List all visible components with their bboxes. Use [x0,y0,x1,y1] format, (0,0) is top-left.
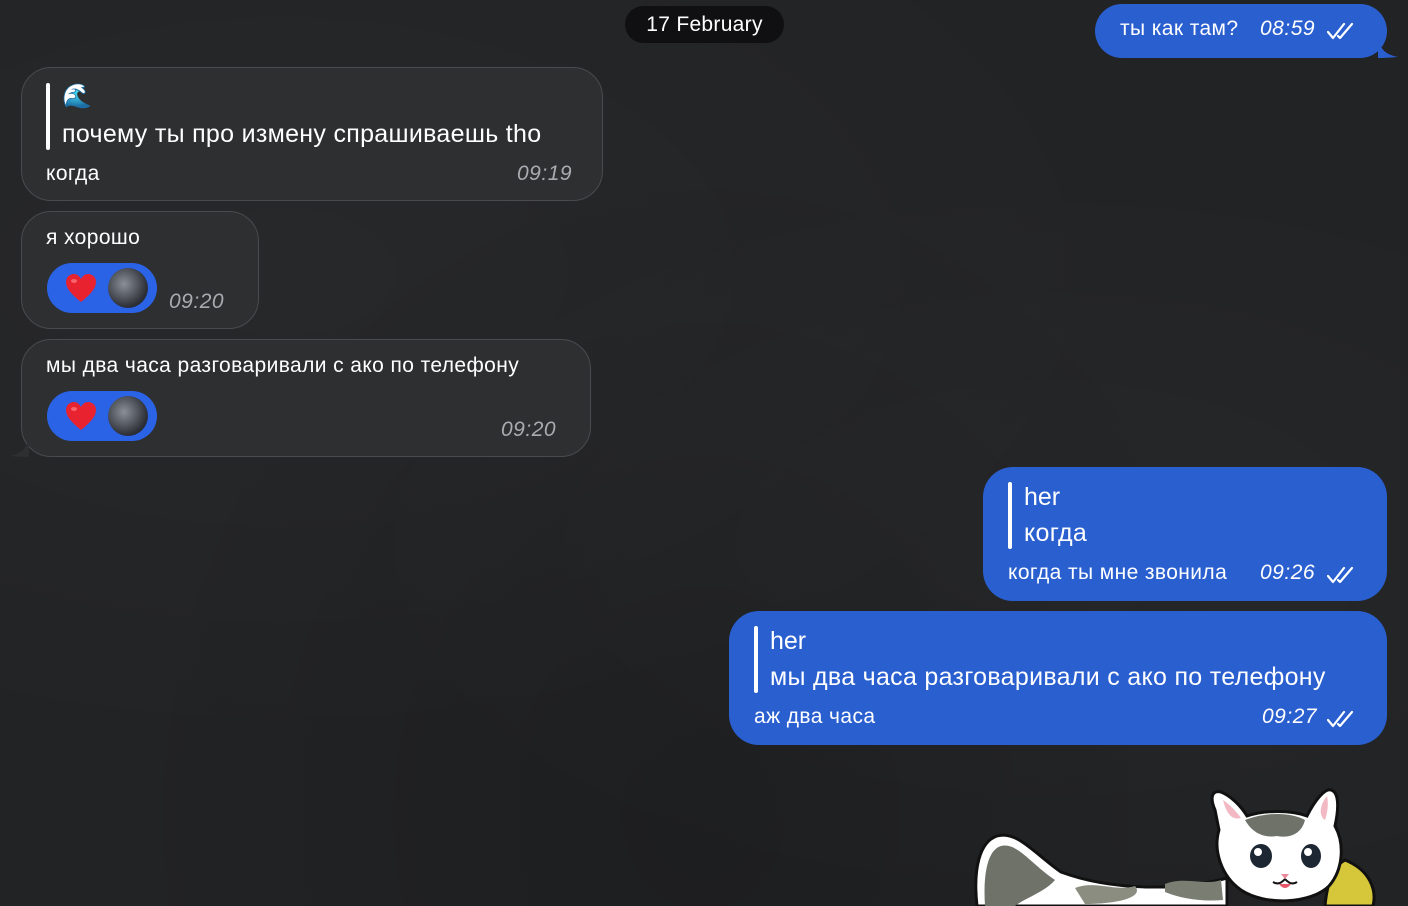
quote-bar [1008,482,1012,549]
message-incoming[interactable]: мы два часа разговаривали с ако по телеф… [21,339,591,457]
message-outgoing[interactable]: her мы два часа разговаривали с ако по т… [729,611,1387,745]
message-incoming[interactable]: 🌊 почему ты про измену спрашиваешь tho к… [21,67,603,201]
message-text: ты как там? [1120,17,1239,40]
message-time: 09:26 [1260,561,1316,584]
bubble-tail [9,437,29,457]
message-text: аж два часа [754,705,876,728]
quote-sender-name: her [1024,483,1061,511]
quote-text: почему ты про измену спрашиваешь tho [62,120,542,148]
quote-sender-name: her [770,627,807,655]
message-incoming[interactable]: я хорошо 09:20 [21,211,259,329]
cat-sticker[interactable] [965,780,1385,906]
reactor-avatar [108,396,148,436]
date-separator: 17 February [625,6,784,43]
message-outgoing[interactable]: ты как там? 08:59 [1095,4,1387,58]
read-checkmarks-icon [1327,566,1354,584]
heart-icon [66,274,96,302]
message-time: 09:20 [501,418,557,441]
message-time: 09:27 [1262,705,1318,728]
heart-icon [66,402,96,430]
quote-bar [754,626,758,693]
message-text: когда [46,162,100,185]
message-outgoing[interactable]: her когда когда ты мне звонила 09:26 [983,467,1387,601]
reaction-chip[interactable] [47,391,157,441]
quote-text: когда [1024,519,1088,547]
read-checkmarks-icon [1327,22,1354,40]
message-time: 09:20 [169,290,225,313]
message-text: когда ты мне звонила [1008,561,1228,584]
message-text: мы два часа разговаривали с ако по телеф… [46,354,520,377]
quote-text: мы два часа разговаривали с ако по телеф… [770,663,1326,691]
read-checkmarks-icon [1327,710,1354,728]
message-time: 09:19 [517,162,573,185]
message-text: я хорошо [46,226,141,249]
bubble-tail [1378,38,1398,58]
quote-bar [46,83,50,150]
reaction-chip[interactable] [47,263,157,313]
message-time: 08:59 [1260,17,1316,40]
quote-sender-emoji: 🌊 [62,83,92,110]
reactor-avatar [108,268,148,308]
